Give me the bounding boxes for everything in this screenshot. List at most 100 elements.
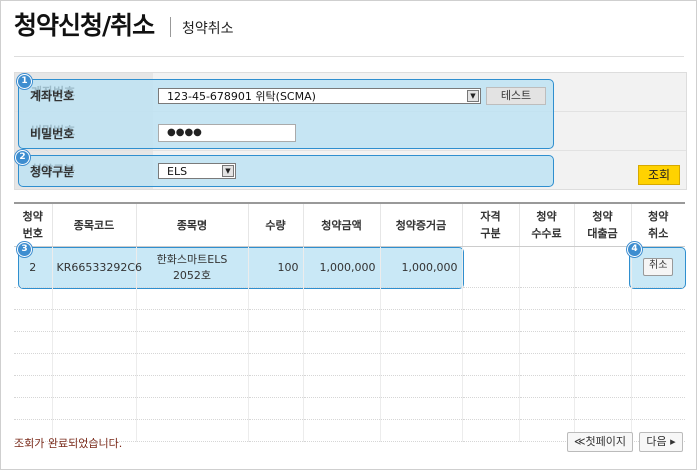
empty-cell	[519, 331, 575, 354]
empty-cell	[519, 419, 575, 442]
empty-cell	[52, 353, 137, 376]
column-header: 수량	[248, 202, 304, 247]
empty-cell	[631, 331, 685, 354]
badge-4: 4	[627, 242, 642, 257]
cell-qty: 100	[248, 246, 304, 288]
cell-fee	[519, 246, 575, 288]
empty-cell	[136, 309, 249, 332]
empty-cell	[14, 353, 53, 376]
empty-cell	[631, 397, 685, 420]
password-input[interactable]: ●●●●	[158, 124, 296, 142]
empty-cell	[380, 419, 463, 442]
empty-cell	[303, 397, 381, 420]
column-header-line2: 취소	[648, 227, 669, 240]
highlight-category	[18, 155, 554, 187]
empty-cell	[52, 287, 137, 310]
empty-cell	[519, 397, 575, 420]
account-label-overlay: 계좌번호	[30, 89, 75, 103]
empty-cell	[52, 331, 137, 354]
empty-cell	[52, 397, 137, 420]
empty-cell	[136, 419, 249, 442]
chevron-down-icon[interactable]: ▼	[467, 90, 479, 102]
account-select[interactable]: 123-45-678901 위탁(SCMA) ▼	[158, 88, 481, 104]
column-header-line1: 청약	[648, 210, 669, 223]
column-header-line1: 청약	[592, 210, 613, 223]
empty-cell	[136, 287, 249, 310]
empty-cell	[380, 287, 463, 310]
column-header: 청약 수수료	[519, 202, 575, 247]
next-page-button[interactable]: 다음 ▸	[639, 432, 683, 452]
empty-cell	[462, 309, 520, 332]
empty-cell	[380, 353, 463, 376]
empty-cell	[380, 309, 463, 332]
column-header-line1: 청약	[22, 210, 43, 223]
column-header-line1: 수량	[265, 218, 286, 232]
column-header-line1: 청약금액	[321, 218, 362, 232]
empty-cell	[14, 331, 53, 354]
empty-cell	[462, 397, 520, 420]
column-header-line2: 대출금	[587, 227, 618, 240]
cell-loan	[574, 246, 632, 288]
cancel-button[interactable]: 취소	[643, 258, 674, 276]
column-header-line1: 종목명	[176, 218, 208, 232]
empty-cell	[574, 309, 632, 332]
table-row-empty	[14, 375, 685, 398]
table-row-empty	[14, 287, 685, 310]
table-row[interactable]: 2 KR66533292C6 한화스마트ELS 2052호 100 1,000,000 1,…	[14, 246, 685, 288]
empty-cell	[303, 419, 381, 442]
empty-cell	[574, 375, 632, 398]
empty-cell	[462, 331, 520, 354]
category-select-value: ELS	[167, 165, 188, 178]
empty-cell	[136, 375, 249, 398]
cell-amount: 1,000,000	[303, 246, 381, 288]
empty-cell	[248, 287, 304, 310]
empty-cell	[380, 375, 463, 398]
empty-cell	[380, 331, 463, 354]
column-header-line2: 수수료	[531, 227, 562, 240]
empty-cell	[462, 287, 520, 310]
empty-cell	[519, 353, 575, 376]
column-header: 청약취소	[631, 202, 685, 247]
cell-name: 한화스마트ELS 2052호	[136, 246, 249, 288]
column-header: 청약증거금	[380, 202, 463, 247]
empty-cell	[303, 353, 381, 376]
empty-cell	[519, 287, 575, 310]
empty-cell	[574, 331, 632, 354]
badge-3: 3	[17, 242, 32, 257]
test-button[interactable]: 테스트	[486, 87, 546, 105]
table-row-empty	[14, 309, 685, 332]
empty-cell	[303, 287, 381, 310]
header-divider	[14, 56, 684, 57]
cell-qual	[462, 246, 520, 288]
empty-cell	[248, 353, 304, 376]
column-header: 종목명	[136, 202, 249, 247]
column-header-line2: 구분	[480, 227, 501, 240]
empty-cell	[380, 397, 463, 420]
empty-cell	[462, 419, 520, 442]
empty-cell	[248, 331, 304, 354]
empty-cell	[136, 397, 249, 420]
empty-cell	[303, 309, 381, 332]
search-button[interactable]: 조회	[638, 165, 680, 185]
empty-cell	[631, 287, 685, 310]
column-header: 자격 구분	[462, 202, 520, 247]
page-title: 청약신청/취소	[14, 11, 155, 40]
account-select-value: 123-45-678901 위탁(SCMA)	[167, 90, 316, 103]
empty-cell	[52, 375, 137, 398]
badge-1: 1	[17, 74, 32, 89]
category-select[interactable]: ELS ▼	[158, 163, 236, 179]
empty-cell	[462, 353, 520, 376]
cell-deposit: 1,000,000	[380, 246, 463, 288]
empty-cell	[248, 309, 304, 332]
empty-cell	[248, 397, 304, 420]
first-page-button[interactable]: ≪첫페이지	[567, 432, 633, 452]
empty-cell	[14, 375, 53, 398]
empty-cell	[136, 331, 249, 354]
badge-2: 2	[15, 150, 30, 165]
chevron-down-icon[interactable]: ▼	[222, 165, 234, 177]
empty-cell	[248, 419, 304, 442]
empty-cell	[136, 353, 249, 376]
empty-cell	[631, 309, 685, 332]
empty-cell	[248, 375, 304, 398]
column-header-line1: 종목코드	[73, 218, 115, 232]
